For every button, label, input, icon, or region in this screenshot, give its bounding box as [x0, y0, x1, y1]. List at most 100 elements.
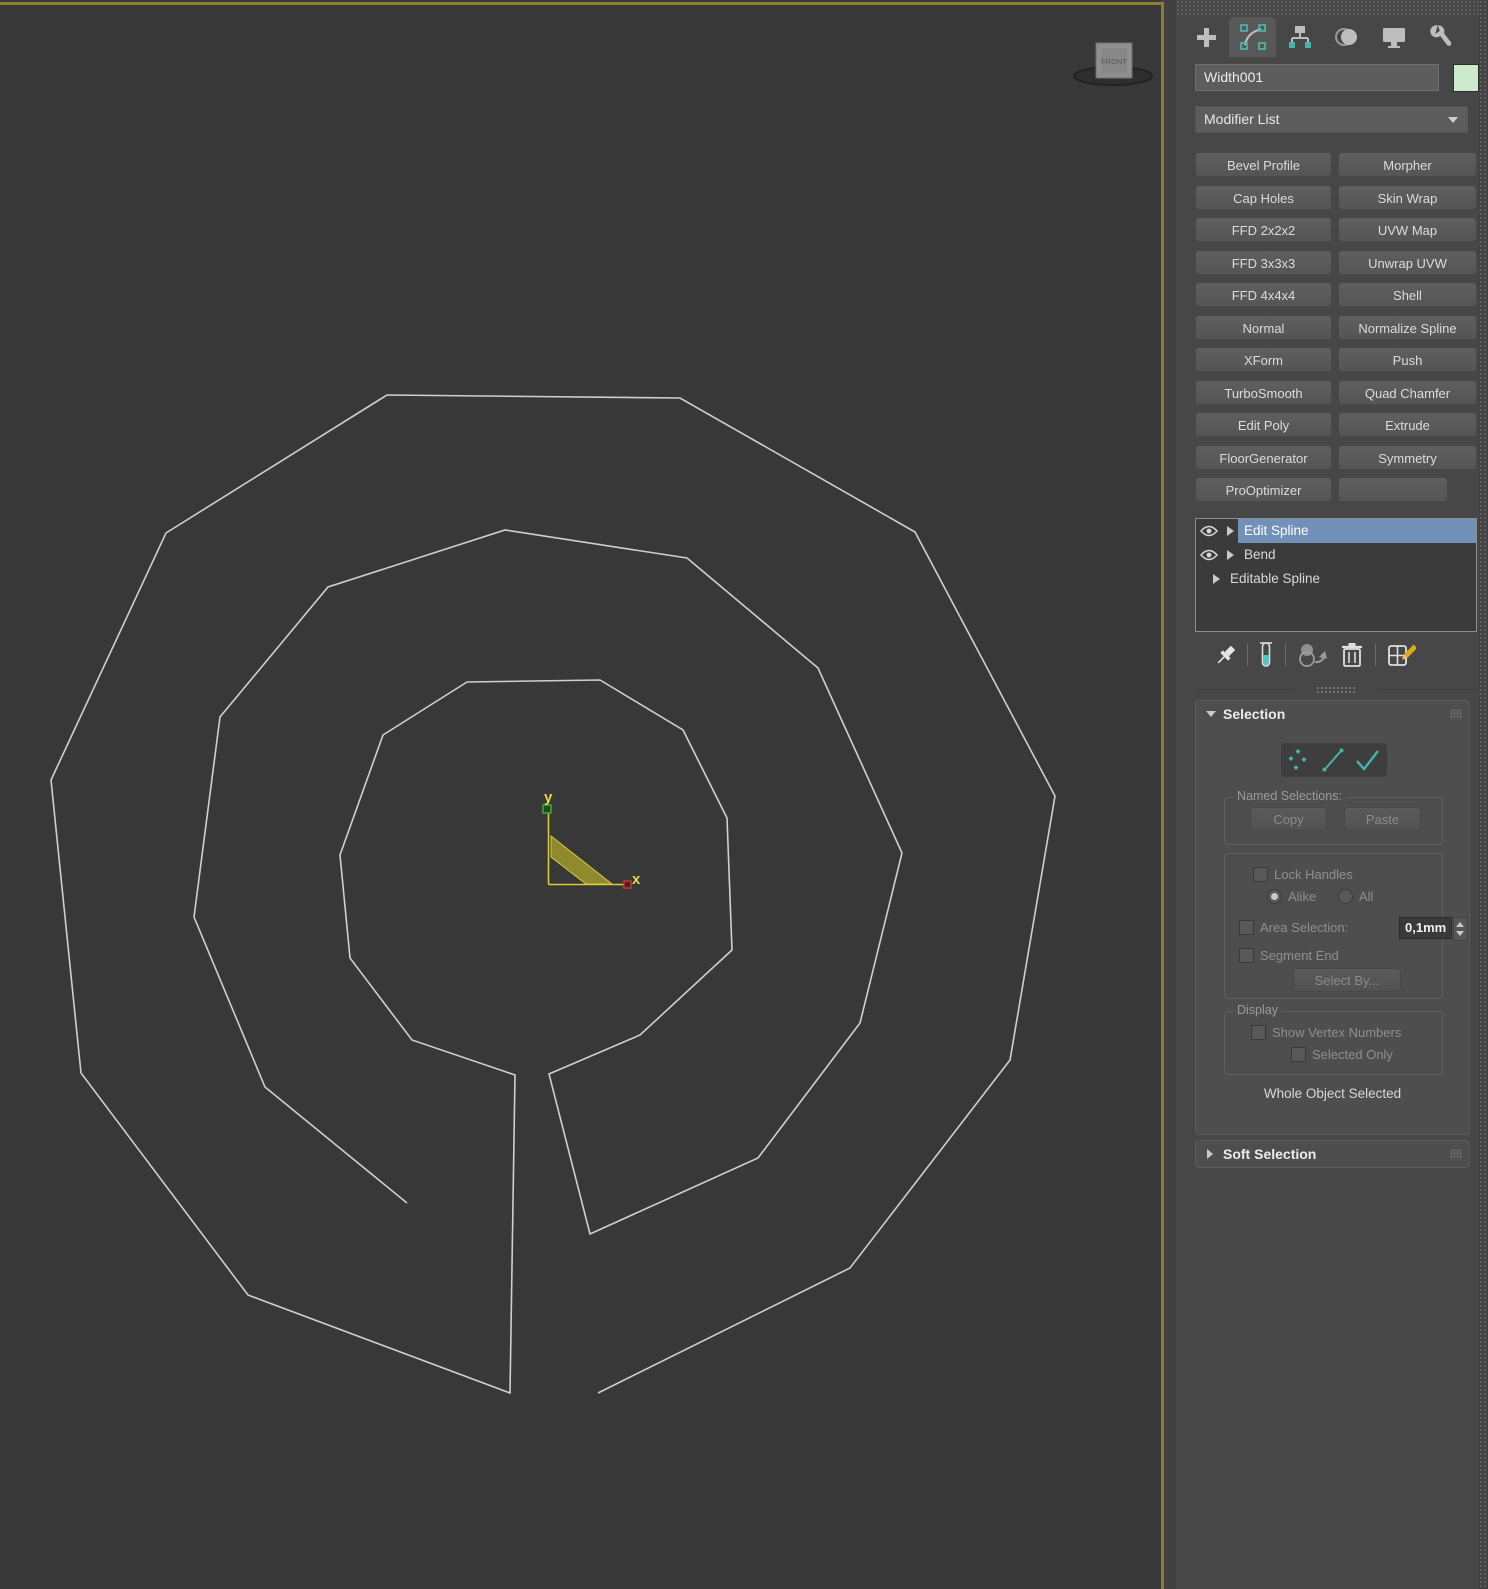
modifier-button-empty[interactable] — [1338, 477, 1448, 502]
eye-icon[interactable] — [1196, 525, 1222, 537]
selection-rollout: Selection Named Selections: Copy Paste L… — [1195, 700, 1470, 1135]
remove-modifier-icon[interactable] — [1339, 641, 1365, 669]
show-vertex-numbers-label: Show Vertex Numbers — [1272, 1025, 1402, 1040]
stack-item-label[interactable]: Editable Spline — [1224, 567, 1476, 591]
modifier-button-uvw-map[interactable]: UVW Map — [1338, 217, 1477, 242]
splitter-grip-dots — [1316, 686, 1356, 693]
gizmo-y-label: y — [544, 789, 553, 806]
modifier-button-xform[interactable]: XForm — [1195, 347, 1332, 372]
expand-arrow-icon[interactable] — [1208, 574, 1224, 584]
modifier-button-edit-poly[interactable]: Edit Poly — [1195, 412, 1332, 437]
modifier-button-shell[interactable]: Shell — [1338, 282, 1477, 307]
panel-splitter[interactable] — [1164, 0, 1176, 1589]
modifier-button-skin-wrap[interactable]: Skin Wrap — [1338, 185, 1477, 210]
selected-only-checkbox[interactable] — [1291, 1047, 1306, 1062]
alike-label: Alike — [1288, 889, 1317, 904]
selection-options-group: Lock Handles Alike All Area Selection: 0… — [1224, 853, 1468, 999]
tab-hierarchy[interactable] — [1276, 17, 1323, 57]
expand-arrow-icon[interactable] — [1222, 526, 1238, 536]
modifier-button-prooptimizer[interactable]: ProOptimizer — [1195, 477, 1332, 502]
subobject-button-strip — [1281, 743, 1387, 777]
spline-shape[interactable] — [50, 394, 1056, 1395]
object-color-swatch[interactable] — [1453, 64, 1479, 92]
spinner-up-icon[interactable] — [1456, 922, 1464, 927]
whole-object-selected-status: Whole Object Selected — [1263, 1086, 1402, 1101]
move-gizmo[interactable]: y x — [542, 789, 641, 889]
soft-selection-rollout: Soft Selection — [1195, 1140, 1470, 1168]
rollout-title: Soft Selection — [1223, 1146, 1317, 1162]
modifier-button-normalize-spline[interactable]: Normalize Spline — [1338, 315, 1477, 340]
modifier-stack: Edit Spline Bend Editable Spline — [1195, 518, 1477, 632]
spinner-down-icon[interactable] — [1456, 931, 1464, 936]
gizmo-plane-handle[interactable] — [550, 834, 614, 885]
tab-display[interactable] — [1370, 17, 1417, 57]
display-icon — [1382, 28, 1405, 48]
modifier-button-ffd-4x4x4[interactable]: FFD 4x4x4 — [1195, 282, 1332, 307]
tab-motion[interactable] — [1323, 17, 1370, 57]
modifier-button-bevel-profile[interactable]: Bevel Profile — [1195, 152, 1332, 177]
active-viewport-border-top — [0, 2, 1164, 5]
gizmo-x-label: x — [632, 871, 641, 888]
modifier-button-symmetry[interactable]: Symmetry — [1338, 445, 1477, 470]
make-unique-icon[interactable] — [1298, 642, 1328, 670]
area-selection-spinner[interactable] — [1453, 917, 1468, 941]
modifier-button-ffd-2x2x2[interactable]: FFD 2x2x2 — [1195, 217, 1332, 242]
modifier-list-dropdown[interactable]: Modifier List — [1195, 106, 1468, 133]
vertex-subobject-icon[interactable] — [1284, 747, 1312, 773]
alike-radio[interactable] — [1267, 889, 1282, 904]
stack-row-edit-spline[interactable]: Edit Spline — [1196, 519, 1476, 543]
display-group-label: Display — [1233, 1003, 1282, 1017]
all-radio[interactable] — [1338, 889, 1353, 904]
stack-item-label[interactable]: Bend — [1238, 543, 1476, 567]
splitter-line — [1377, 689, 1477, 690]
toolbar-separator — [1247, 644, 1248, 666]
viewport-front[interactable]: y x FRONT — [0, 0, 1161, 1589]
selection-rollout-header[interactable]: Selection — [1196, 701, 1469, 727]
modifier-button-turbosmooth[interactable]: TurboSmooth — [1195, 380, 1332, 405]
tab-create[interactable] — [1182, 17, 1229, 57]
viewcube[interactable]: FRONT — [1073, 42, 1153, 86]
soft-selection-rollout-header[interactable]: Soft Selection — [1196, 1141, 1469, 1167]
modifier-button-morpher[interactable]: Morpher — [1338, 152, 1477, 177]
modifier-button-quad-chamfer[interactable]: Quad Chamfer — [1338, 380, 1477, 405]
lock-handles-checkbox[interactable] — [1253, 867, 1268, 882]
modifier-button-unwrap-uvw[interactable]: Unwrap UVW — [1338, 250, 1477, 275]
gizmo-y-end-square[interactable] — [542, 804, 552, 814]
show-vertex-numbers-checkbox[interactable] — [1251, 1025, 1266, 1040]
expand-arrow-icon — [1207, 1149, 1213, 1159]
segment-end-label: Segment End — [1260, 948, 1339, 963]
paste-button[interactable]: Paste — [1344, 807, 1421, 831]
rollout-splitter[interactable] — [1195, 686, 1477, 694]
tab-utilities[interactable] — [1417, 17, 1464, 57]
area-selection-checkbox[interactable] — [1239, 920, 1254, 935]
configure-modifier-sets-icon[interactable] — [1386, 641, 1416, 669]
modifier-button-floorgenerator[interactable]: FloorGenerator — [1195, 445, 1332, 470]
gizmo-x-end-square[interactable] — [623, 880, 632, 889]
object-name-field[interactable]: Width001 — [1195, 64, 1439, 91]
rollout-drag-handle-icon[interactable] — [1450, 709, 1462, 719]
select-by-button[interactable]: Select By... — [1293, 968, 1401, 992]
show-end-result-icon[interactable] — [1258, 641, 1274, 669]
hierarchy-icon — [1288, 26, 1311, 48]
copy-button[interactable]: Copy — [1250, 807, 1327, 831]
modifier-button-ffd-3x3x3[interactable]: FFD 3x3x3 — [1195, 250, 1332, 275]
modifier-button-normal[interactable]: Normal — [1195, 315, 1332, 340]
tab-modify[interactable] — [1229, 17, 1276, 57]
stack-toolbar — [1195, 640, 1477, 672]
panel-scrollbar[interactable] — [1479, 0, 1488, 1589]
stack-row-editable-spline[interactable]: Editable Spline — [1196, 567, 1476, 591]
expand-arrow-icon[interactable] — [1222, 550, 1238, 560]
segment-subobject-icon[interactable] — [1319, 747, 1347, 773]
rollout-drag-handle-icon[interactable] — [1450, 1149, 1462, 1159]
panel-grip-texture[interactable] — [1176, 0, 1488, 16]
modifier-button-push[interactable]: Push — [1338, 347, 1477, 372]
area-selection-value-field[interactable]: 0,1mm — [1399, 917, 1452, 939]
segment-end-checkbox[interactable] — [1239, 948, 1254, 963]
modifier-button-extrude[interactable]: Extrude — [1338, 412, 1477, 437]
eye-icon[interactable] — [1196, 549, 1222, 561]
pin-stack-icon[interactable] — [1213, 642, 1239, 668]
spline-subobject-icon[interactable] — [1354, 747, 1384, 773]
modifier-button-cap-holes[interactable]: Cap Holes — [1195, 185, 1332, 210]
stack-item-label[interactable]: Edit Spline — [1238, 519, 1476, 543]
stack-row-bend[interactable]: Bend — [1196, 543, 1476, 567]
